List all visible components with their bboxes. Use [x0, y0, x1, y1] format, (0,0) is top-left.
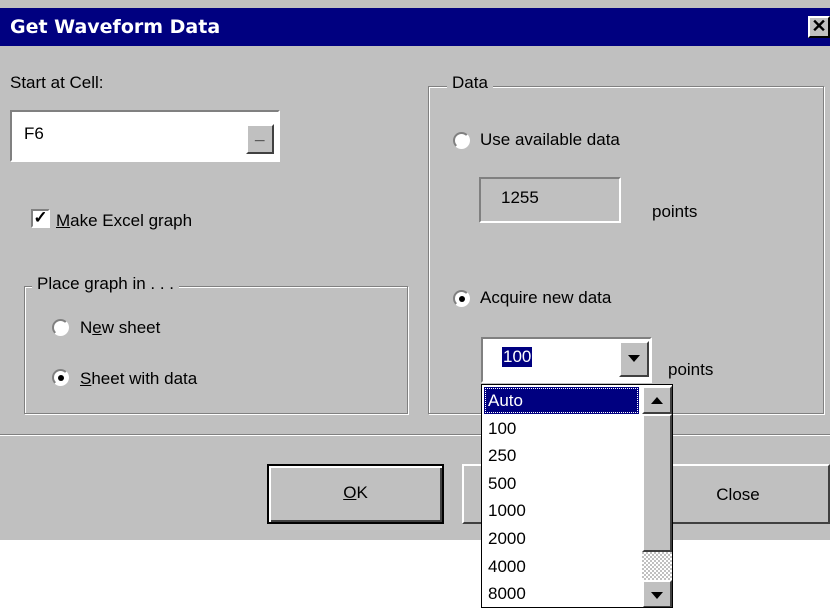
dropdown-option[interactable]: 1000: [484, 497, 639, 524]
dropdown-option[interactable]: 500: [484, 470, 639, 497]
new-points-unit: points: [668, 360, 714, 379]
dropdown-option[interactable]: 100: [484, 415, 639, 442]
window-title: Get Waveform Data: [10, 16, 221, 38]
dropdown-option[interactable]: 250: [484, 442, 639, 469]
available-points-unit: points: [652, 202, 698, 221]
chevron-down-icon: [628, 355, 640, 362]
close-icon: ✕: [811, 16, 827, 36]
start-cell-value: F6: [24, 124, 44, 143]
make-graph-label: Make Excel graph: [56, 211, 193, 230]
dropdown-scrollbar[interactable]: [642, 386, 672, 607]
data-legend: Data: [447, 73, 493, 93]
start-cell-field[interactable]: F6 _: [10, 110, 280, 162]
ok-button[interactable]: OK: [267, 464, 444, 524]
dropdown-option[interactable]: 4000: [484, 553, 639, 580]
available-points-value: 1255: [501, 188, 539, 207]
checkmark-icon: ✓: [33, 208, 48, 227]
place-graph-group: [24, 286, 408, 414]
scroll-thumb[interactable]: [642, 414, 672, 552]
start-cell-label: Start at Cell:: [10, 73, 104, 92]
points-dropdown-list[interactable]: Auto 100 250 500 1000 2000 4000 8000: [481, 384, 673, 608]
cell-picker-button[interactable]: _: [246, 124, 274, 154]
dropdown-option[interactable]: 2000: [484, 525, 639, 552]
place-graph-legend: Place graph in . . .: [32, 274, 180, 294]
button-separator: [0, 434, 830, 436]
scroll-down-button[interactable]: [642, 580, 672, 607]
use-available-label: Use available data: [480, 130, 620, 149]
dropdown-option[interactable]: 8000: [484, 580, 639, 607]
close-button[interactable]: Close: [646, 464, 830, 524]
title-bar: Get Waveform Data ✕: [0, 8, 830, 46]
new-sheet-radio[interactable]: [52, 319, 69, 336]
use-available-radio[interactable]: [453, 132, 470, 149]
scroll-up-button[interactable]: [642, 386, 672, 414]
make-graph-checkbox[interactable]: ✓: [31, 209, 50, 228]
close-button-label: Close: [716, 485, 760, 504]
new-points-value: 100: [502, 347, 533, 367]
acquire-new-label: Acquire new data: [480, 288, 612, 307]
dialog-window: Get Waveform Data ✕ Start at Cell: F6 _ …: [0, 0, 830, 540]
chevron-down-icon: [651, 592, 663, 599]
sheet-with-data-radio[interactable]: [52, 369, 69, 386]
ok-button-label: OK: [343, 483, 368, 502]
dropdown-option[interactable]: Auto: [484, 387, 639, 414]
available-points-field: 1255: [479, 177, 621, 223]
new-sheet-label: New sheet: [80, 318, 161, 337]
scroll-track[interactable]: [642, 552, 672, 580]
chevron-up-icon: [651, 397, 663, 404]
collapse-dialog-icon: _: [255, 124, 265, 143]
close-window-button[interactable]: ✕: [808, 16, 830, 38]
acquire-new-radio[interactable]: [453, 290, 470, 307]
sheet-with-data-label: Sheet with data: [80, 369, 198, 388]
new-points-combobox[interactable]: 100: [481, 337, 652, 383]
new-points-dropdown-button[interactable]: [619, 341, 649, 377]
